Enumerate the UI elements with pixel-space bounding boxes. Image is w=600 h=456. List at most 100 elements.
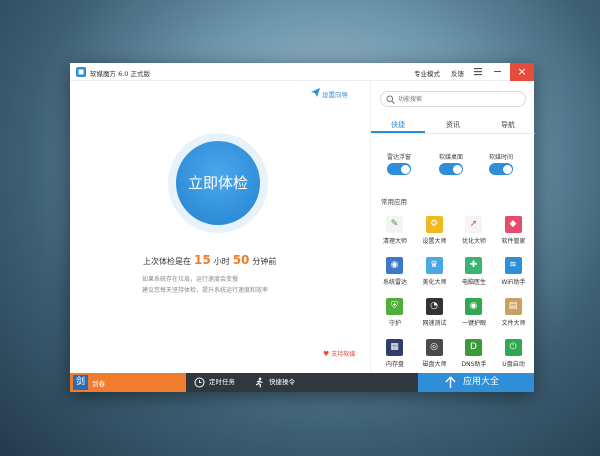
user-logo-icon: 剑: [73, 375, 88, 390]
app-tile[interactable]: ≋ WiFi助手: [494, 257, 534, 293]
app-tile-label: 软件管家: [501, 238, 526, 245]
app-tile-label: 优化大师: [461, 238, 486, 245]
feedback-link[interactable]: 反馈: [451, 68, 464, 78]
wifi-icon: ≋: [504, 257, 522, 274]
feature-search: [380, 91, 526, 107]
usb-icon: ⏻: [504, 339, 522, 356]
app-tile-label: 磁盘大师: [422, 361, 447, 368]
eye-icon: ◉: [465, 298, 482, 315]
desktop-toggle[interactable]: [439, 163, 463, 175]
gauge-icon: ◔: [425, 298, 443, 315]
radar-icon: ◉: [386, 257, 403, 274]
title-bar: 软媒魔方 6.0 正式版 专业模式 反馈 ×: [70, 63, 534, 81]
minimize-icon[interactable]: [494, 71, 501, 73]
app-tile[interactable]: D DNS助手: [454, 339, 494, 375]
toggle-knob: [502, 164, 512, 174]
tab-navigation[interactable]: 导航: [481, 120, 535, 133]
app-tile-label: WiFi助手: [501, 279, 526, 286]
pro-mode-link[interactable]: 专业模式: [414, 68, 440, 78]
app-center-label: 应用大全: [463, 377, 500, 387]
app-tile[interactable]: ◉ 系统雷达: [375, 257, 415, 293]
app-tile-label: 清理大师: [382, 238, 407, 245]
checkup-panel: 设置向导 立即体检 上次体检是在 15 小时 50 分钟前 如果系统存在垃圾，运行速度会…: [70, 81, 370, 373]
rocket-icon: ➚: [465, 216, 482, 233]
app-tile[interactable]: ♛ 美化大师: [415, 257, 455, 293]
app-tile-label: 文件大师: [501, 320, 526, 327]
app-tile-label: 一键护眼: [461, 320, 486, 327]
radar-float-toggle[interactable]: [387, 163, 411, 175]
app-title: 软媒魔方 6.0 正式版: [90, 70, 150, 78]
app-tile[interactable]: ◆ 软件管家: [494, 216, 534, 252]
medkit-icon: ✚: [465, 257, 482, 274]
diamond-icon: ◆: [504, 216, 522, 233]
app-logo-icon: [76, 67, 86, 77]
app-tile[interactable]: ▦ 内存盘: [375, 339, 415, 375]
app-tile[interactable]: ⏻ U盘启动: [494, 339, 534, 375]
scheduled-tasks-button[interactable]: 定时任务: [194, 373, 254, 392]
app-tile[interactable]: ⚙ 设置大师: [415, 216, 455, 252]
minutes-value: 50: [232, 253, 250, 267]
paper-plane-icon: [311, 88, 320, 97]
hours-value: 15: [194, 253, 211, 267]
sidebar-tabs: 快捷 资讯 导航: [371, 117, 535, 134]
search-icon: [386, 95, 395, 104]
scheduled-tasks-label: 定时任务: [209, 378, 235, 386]
app-tile[interactable]: ✚ 电脑医生: [454, 257, 494, 293]
arrow-up-icon: [445, 376, 456, 388]
dns-icon: D: [465, 339, 482, 356]
support-label: 支持软媒: [331, 351, 356, 358]
app-tile-label: 内存盘: [385, 361, 404, 368]
toggle-label-time: 软媒时间: [488, 154, 513, 161]
app-tile-label: 电脑医生: [461, 279, 486, 286]
time-toggle[interactable]: [489, 163, 513, 175]
search-input[interactable]: [398, 93, 522, 105]
app-center-button[interactable]: 应用大全: [418, 373, 534, 392]
tshirt-icon: ♛: [425, 257, 443, 274]
sidebar: 快捷 资讯 导航 雷达浮窗 软媒桌面 软媒时间 常用应用 ✎ 清理大师 ⚙ 设置大师 ➚…: [370, 81, 535, 375]
toggle-label-desktop: 软媒桌面: [438, 154, 463, 161]
last-check-prefix: 上次体检是在: [143, 257, 191, 266]
app-tile-label: 美化大师: [422, 279, 447, 286]
bottom-bar: 剑 剑春 定时任务 快捷操令 应用大全: [70, 373, 534, 392]
app-tile[interactable]: ◉ 一键护眼: [454, 298, 494, 334]
hours-unit: 小时: [213, 257, 230, 266]
app-tile[interactable]: ▤ 文件大师: [494, 298, 534, 334]
toggle-label-radar: 雷达浮窗: [386, 154, 411, 161]
clock-icon: [194, 377, 205, 388]
setup-guide-link[interactable]: 设置向导: [311, 88, 348, 99]
main-window: 软媒魔方 6.0 正式版 专业模式 反馈 × 设置向导 立即体检 上次体检是在 1…: [70, 63, 535, 392]
app-tile-label: 设置大师: [422, 238, 447, 245]
app-tile[interactable]: ➚ 优化大师: [454, 216, 494, 252]
gear-icon: ⚙: [425, 216, 443, 233]
app-tile-label: DNS助手: [461, 361, 487, 368]
app-tile-label: 系统雷达: [382, 279, 407, 286]
quick-shutdown-button[interactable]: 快捷操令: [254, 373, 314, 392]
user-name: 剑春: [92, 380, 105, 388]
toggle-knob: [452, 164, 462, 174]
running-man-icon: [255, 377, 263, 388]
shield-icon: ⛨: [386, 298, 403, 315]
app-tile-label: 守护: [388, 320, 401, 327]
user-area[interactable]: 剑 剑春: [70, 373, 186, 392]
disk-icon: ◎: [425, 339, 443, 356]
hint-line-2: 建议您每天坚持体检，提升系统运行速度和效率: [142, 287, 269, 294]
last-check-status: 上次体检是在 15 小时 50 分钟前: [143, 253, 276, 267]
hint-line-1: 如果系统存在垃圾，运行速度会变慢: [142, 276, 239, 283]
setup-guide-label: 设置向导: [322, 91, 348, 99]
common-apps-title: 常用应用: [381, 198, 407, 206]
heart-icon: ♥: [323, 350, 330, 358]
support-link[interactable]: ♥ 支持软媒: [323, 349, 355, 358]
quick-shutdown-label: 快捷操令: [269, 378, 295, 386]
app-tile[interactable]: ◎ 磁盘大师: [415, 339, 455, 375]
close-button[interactable]: ×: [510, 63, 534, 81]
app-tile-label: U盘启动: [502, 361, 525, 368]
tab-shortcuts[interactable]: 快捷: [371, 120, 425, 133]
app-tile[interactable]: ◔ 网速测试: [415, 298, 455, 334]
menu-icon[interactable]: [474, 67, 482, 76]
tab-news[interactable]: 资讯: [426, 120, 480, 133]
folder-icon: ▤: [504, 298, 522, 315]
start-checkup-button[interactable]: 立即体检: [176, 141, 260, 225]
app-tile[interactable]: ⛨ 守护: [375, 298, 415, 334]
ram-icon: ▦: [386, 339, 403, 356]
app-tile[interactable]: ✎ 清理大师: [375, 216, 415, 252]
